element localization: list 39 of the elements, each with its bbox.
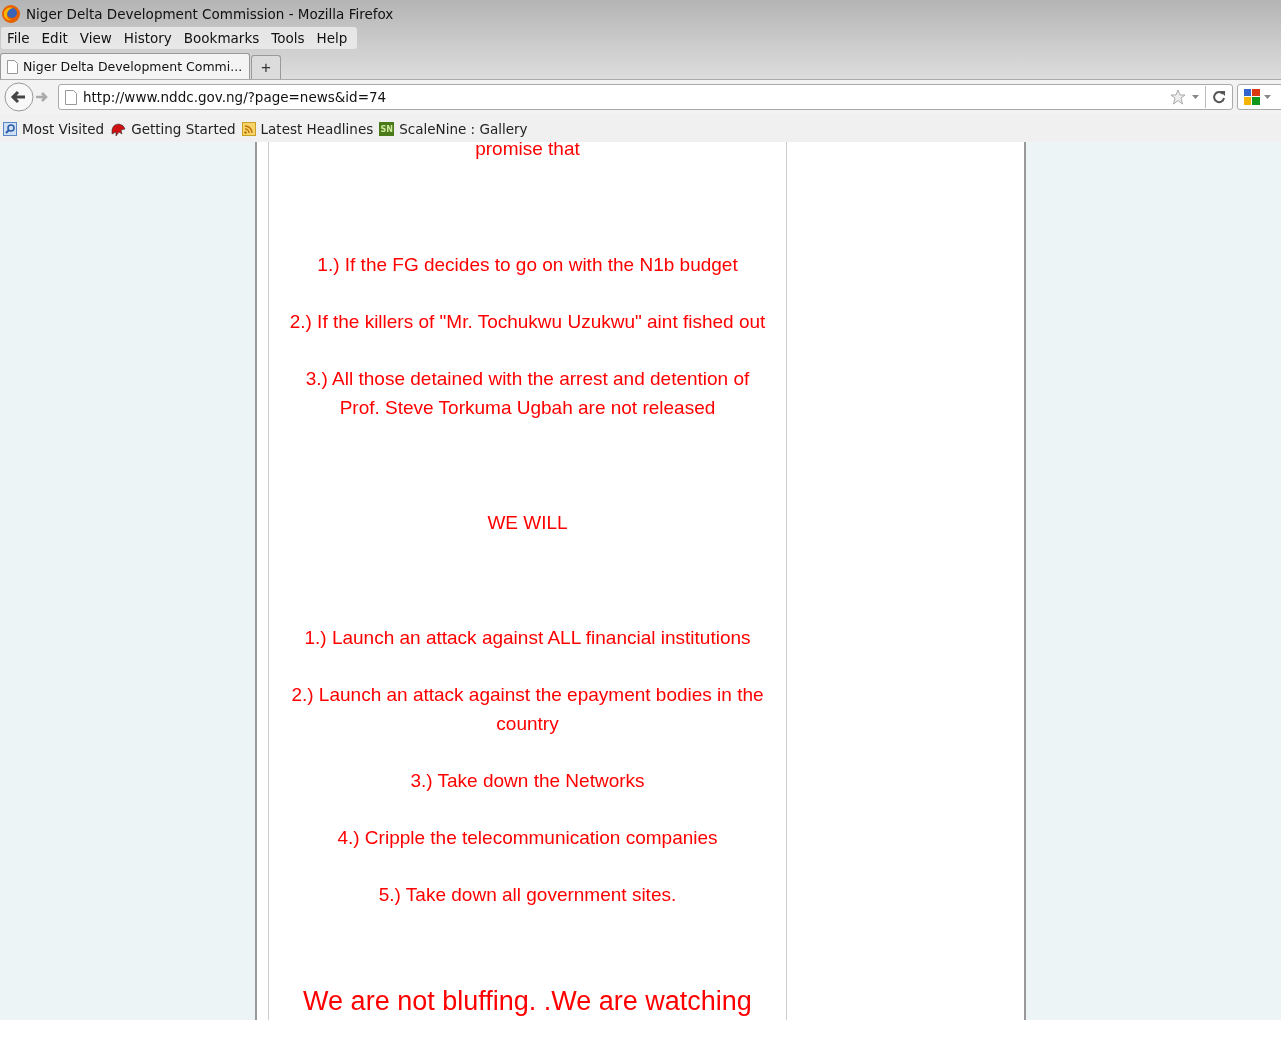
article-paragraph: 3.) All those detained with the arrest and detention of Prof. Steve Torkuma Ugbah are not released (304, 367, 751, 420)
feed-icon (241, 122, 256, 136)
article-paragraph: 5.) Take down all government sites. (377, 883, 678, 907)
bookmark-item[interactable]: Latest Headlines (241, 121, 374, 137)
menu-item[interactable]: Help (310, 30, 354, 46)
menu-item[interactable]: Bookmarks (177, 30, 266, 46)
article-paragraph: 2.) Launch an attack against the epayment bodies in the country (290, 683, 765, 736)
menu-item[interactable]: Edit (35, 30, 74, 46)
magnifier-folder-icon (3, 122, 17, 136)
menu-item[interactable]: View (73, 30, 118, 46)
page-icon (65, 89, 77, 105)
star-icon[interactable] (1170, 89, 1186, 105)
bookmark-item[interactable]: Getting Started (110, 121, 236, 137)
article-paragraph: 2.) If the killers of "Mr. Tochukwu Uzukwu" aint fished out (288, 310, 767, 334)
colored-squares-icon (1244, 89, 1260, 105)
dropdown-caret-icon[interactable] (1192, 95, 1199, 99)
search-engine-button[interactable] (1237, 84, 1281, 110)
menu-item[interactable]: File (1, 30, 36, 46)
article-paragraph: 4.) Cripple the telecommunication companies (336, 826, 719, 850)
dragon-icon (110, 121, 127, 137)
window-title: Niger Delta Development Commission - Mozilla Firefox (26, 5, 394, 22)
menu-item[interactable]: Tools (265, 30, 311, 46)
new-tab-button[interactable]: + (251, 55, 281, 79)
article-paragraph: 1.) Launch an attack against ALL financial institutions (303, 626, 752, 650)
closing-statement: We are not bluffing. .We are watching (302, 985, 753, 1018)
article-paragraph: 3.) Take down the Networks (409, 769, 646, 793)
bookmark-item[interactable]: Most Visited (3, 121, 105, 137)
menu-item[interactable]: History (117, 30, 178, 46)
site-logo-icon: SN (379, 122, 395, 136)
reload-icon[interactable] (1212, 90, 1226, 104)
browser-logo-icon (1, 3, 21, 24)
browser-tab[interactable]: Niger Delta Development Commi... (0, 53, 250, 79)
section-heading: WE WILL (486, 511, 569, 535)
dropdown-caret-icon[interactable] (1264, 95, 1271, 99)
address-bar[interactable]: http://www.nddc.gov.ng/?page=news&id=74 (58, 84, 1233, 110)
page-icon (7, 59, 18, 74)
article-paragraph: 1.) If the FG decides to go on with the N1b budget (316, 253, 739, 277)
back-forward-buttons[interactable] (4, 82, 50, 112)
bookmark-item[interactable]: SN ScaleNine : Gallery (379, 121, 528, 137)
